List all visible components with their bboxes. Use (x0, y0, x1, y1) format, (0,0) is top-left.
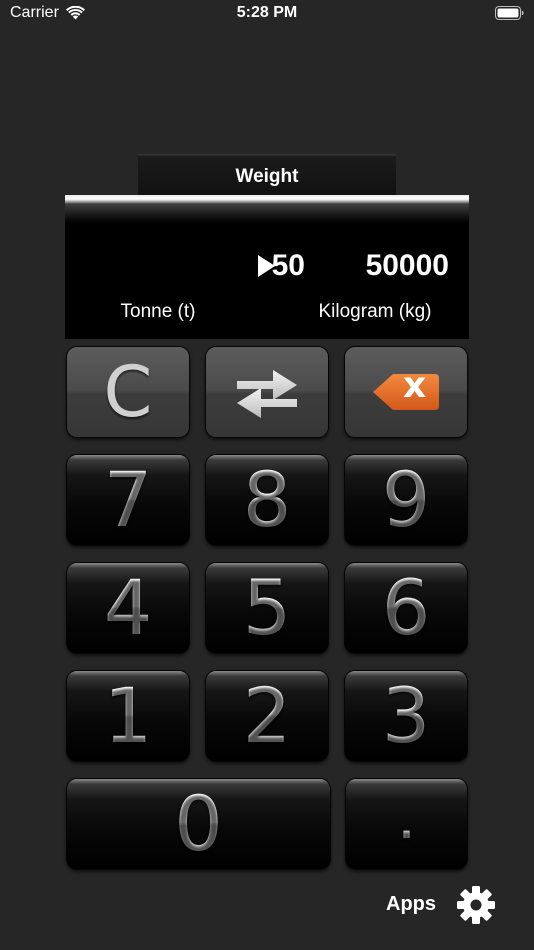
digit-1-label: 1 (103, 671, 153, 760)
arrow-right-icon (258, 255, 275, 277)
conversion-display: 50 50000 Tonne (t) Kilogram (kg) (65, 195, 469, 339)
swap-arrows-icon (237, 370, 297, 418)
digit-1-button[interactable]: 1 (66, 670, 190, 762)
digit-4-label: 4 (103, 563, 153, 652)
digit-7-button[interactable]: 7 (66, 454, 190, 546)
category-title[interactable]: Weight (138, 154, 396, 196)
apps-button[interactable]: Apps (386, 893, 436, 916)
digit-6-label: 6 (381, 563, 431, 652)
display-bezel (65, 195, 469, 223)
digit-2-button[interactable]: 2 (205, 670, 329, 762)
digit-0-button[interactable]: 0 (66, 778, 331, 870)
to-value: 50000 (365, 249, 449, 282)
digit-8-label: 8 (242, 455, 292, 544)
digit-8-button[interactable]: 8 (205, 454, 329, 546)
backspace-glyph: x (403, 365, 427, 406)
digit-5-label: 5 (242, 563, 292, 652)
decimal-point-button[interactable]: . (345, 778, 468, 870)
digit-0-label: 0 (174, 779, 223, 868)
swap-button[interactable] (205, 346, 329, 438)
digit-3-label: 3 (381, 671, 431, 760)
clear-label: C (103, 351, 153, 433)
battery-icon (495, 6, 524, 20)
digit-3-button[interactable]: 3 (344, 670, 468, 762)
digit-2-label: 2 (242, 671, 292, 760)
clear-button[interactable]: C (66, 346, 190, 438)
digit-4-button[interactable]: 4 (66, 562, 190, 654)
digit-5-button[interactable]: 5 (205, 562, 329, 654)
digit-9-label: 9 (381, 455, 431, 544)
status-bar: Carrier 5:28 PM (0, 0, 534, 30)
to-unit-label[interactable]: Kilogram (kg) (301, 301, 449, 323)
gear-icon[interactable] (456, 885, 496, 925)
decimal-point-label: . (396, 783, 417, 853)
from-value: 50 (271, 249, 305, 282)
status-time: 5:28 PM (236, 4, 298, 21)
from-unit-label[interactable]: Tonne (t) (65, 301, 251, 323)
digit-7-label: 7 (103, 455, 153, 544)
backspace-button[interactable]: x (344, 346, 468, 438)
digit-6-button[interactable]: 6 (344, 562, 468, 654)
digit-9-button[interactable]: 9 (344, 454, 468, 546)
